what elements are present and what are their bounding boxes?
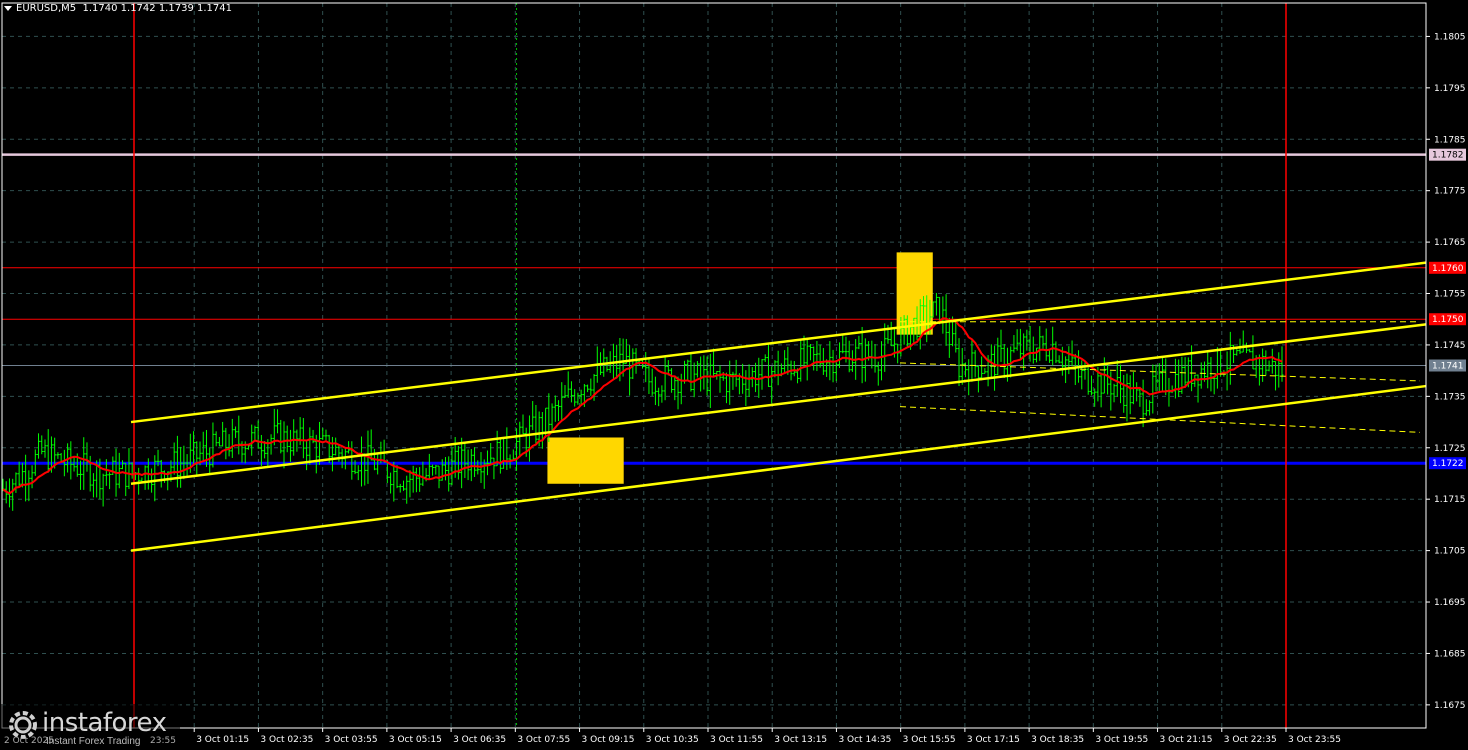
channel-middle-line <box>130 323 1427 486</box>
y-tick-label: 1.1675 <box>1434 701 1466 711</box>
level-label: 1.1722 <box>1432 459 1464 469</box>
channel-upper-line <box>130 261 1427 424</box>
y-tick-label: 1.1705 <box>1434 547 1466 557</box>
quote-label: 1.1740 1.1742 1.1739 1.1741 <box>82 3 232 14</box>
channel-lower-line <box>130 384 1427 552</box>
y-tick-label: 1.1735 <box>1434 392 1466 402</box>
dropdown-triangle-icon[interactable] <box>4 5 12 11</box>
horizontal-levels <box>2 153 1426 465</box>
x-tick-label: 3 Oct 05:15 <box>389 735 442 745</box>
price-labels: 1.1782 1.1760 1.1750 1.1741 1.1722 <box>1429 148 1466 470</box>
y-tick-label: 1.1795 <box>1434 84 1466 94</box>
x-tick-label: 3 Oct 14:35 <box>838 735 891 745</box>
chart-header: EURUSD,M5 1.1740 1.1742 1.1739 1.1741 <box>4 3 232 14</box>
y-tick-label: 1.1765 <box>1434 238 1466 248</box>
y-tick-label: 1.1745 <box>1434 341 1466 351</box>
x-tick-label: 3 Oct 07:55 <box>517 735 570 745</box>
x-tick-label: 3 Oct 19:55 <box>1095 735 1148 745</box>
y-tick-label: 1.1685 <box>1434 649 1466 659</box>
x-tick-label: 3 Oct 09:15 <box>582 735 635 745</box>
price-chart[interactable]: 1.18051.17951.17851.17751.17651.17551.17… <box>0 0 1468 750</box>
x-tick-label: 3 Oct 18:35 <box>1031 735 1084 745</box>
x-tick-label: 3 Oct 21:15 <box>1160 735 1213 745</box>
level-label: 1.1741 <box>1432 362 1464 372</box>
x-tick-label: 3 Oct 11:55 <box>710 735 763 745</box>
x-tick-label: 3 Oct 01:15 <box>196 735 249 745</box>
y-tick-label: 1.1785 <box>1434 135 1466 145</box>
watermark: instaforex 2 Oct 2025 Instant Forex Trad… <box>0 704 180 750</box>
level-label: 1.1760 <box>1432 264 1464 274</box>
x-tick-label: 3 Oct 03:55 <box>325 735 378 745</box>
y-tick-label: 1.1805 <box>1434 32 1466 42</box>
brand-tagline: Instant Forex Trading <box>46 736 141 747</box>
signal-box <box>896 252 933 335</box>
x-tick-label: 3 Oct 13:15 <box>774 735 827 745</box>
price-channel <box>130 261 1427 552</box>
x-tick-label: 3 Oct 23:55 <box>1288 735 1341 745</box>
x-tick-label: 3 Oct 06:35 <box>453 735 506 745</box>
y-tick-label: 1.1695 <box>1434 598 1466 608</box>
level-label: 1.1750 <box>1432 315 1464 325</box>
x-tick-label: 3 Oct 22:35 <box>1224 735 1277 745</box>
y-tick-label: 1.1725 <box>1434 444 1466 454</box>
y-tick-label: 1.1755 <box>1434 290 1466 300</box>
signal-box <box>547 437 624 484</box>
y-tick-label: 1.1715 <box>1434 495 1466 505</box>
watermark-date-right: 23:55 <box>150 736 176 746</box>
level-label: 1.1782 <box>1432 151 1464 161</box>
x-tick-label: 3 Oct 10:35 <box>646 735 699 745</box>
x-tick-label: 3 Oct 02:35 <box>260 735 313 745</box>
x-tick-label: 3 Oct 17:15 <box>967 735 1020 745</box>
brand-name: instaforex <box>42 708 167 738</box>
y-tick-label: 1.1775 <box>1434 187 1466 197</box>
forecast-line <box>899 406 1421 433</box>
x-tick-label: 3 Oct 15:55 <box>903 735 956 745</box>
symbol-label: EURUSD,M5 <box>16 3 77 14</box>
